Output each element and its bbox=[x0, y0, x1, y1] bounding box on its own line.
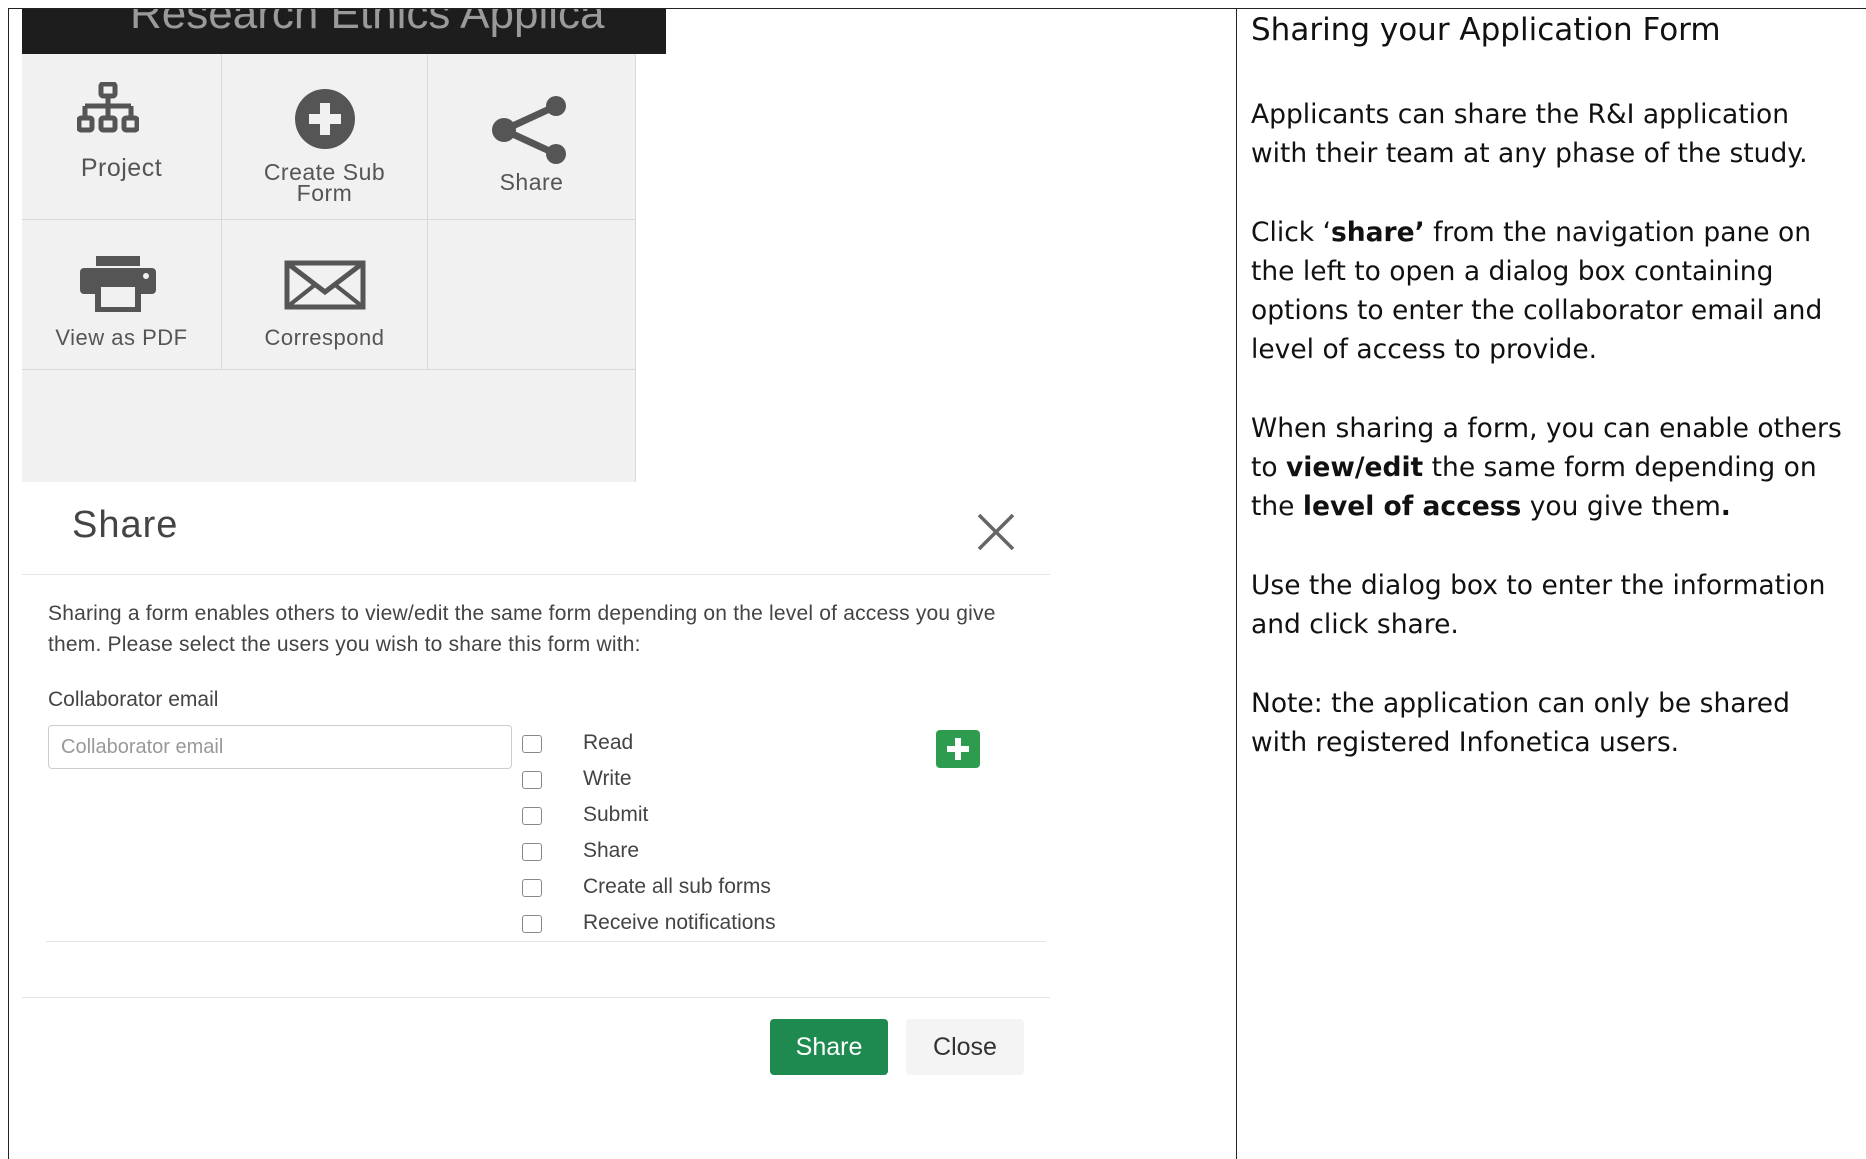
permission-label: Share bbox=[583, 839, 640, 862]
nav-tile-share[interactable]: Share bbox=[428, 54, 636, 220]
create-sub-forms-checkbox[interactable] bbox=[522, 879, 542, 897]
nav-tile-label: Project bbox=[80, 154, 163, 182]
app-title: Research Ethics Applica bbox=[130, 9, 605, 38]
text-bold: view/edit bbox=[1286, 452, 1424, 483]
share-checkbox[interactable] bbox=[522, 843, 542, 861]
close-icon[interactable] bbox=[976, 512, 1016, 552]
nav-pane-empty bbox=[22, 370, 636, 482]
nav-tile-view-as-pdf[interactable]: View as PDF bbox=[22, 220, 222, 370]
permission-label: Submit bbox=[583, 803, 649, 826]
org-chart-icon bbox=[77, 82, 139, 133]
nav-tile-label: Create Sub Form bbox=[263, 159, 386, 206]
read-checkbox[interactable] bbox=[522, 735, 542, 753]
nav-tile-label: Share bbox=[499, 169, 564, 195]
column-divider bbox=[1236, 8, 1237, 1159]
nav-tile-empty bbox=[428, 220, 636, 370]
envelope-icon bbox=[284, 260, 366, 310]
app-header: Research Ethics Applica bbox=[22, 9, 666, 54]
help-paragraph-3: When sharing a form, you can enable othe… bbox=[1251, 409, 1851, 526]
help-paragraph-1: Applicants can share the R&I application… bbox=[1251, 99, 1808, 169]
dialog-header-divider bbox=[22, 574, 1050, 575]
write-checkbox[interactable] bbox=[522, 771, 542, 789]
email-field-label: Collaborator email bbox=[48, 688, 219, 711]
text-bold: level of access bbox=[1302, 491, 1522, 522]
permissions-divider bbox=[46, 941, 1046, 942]
add-collaborator-button[interactable] bbox=[936, 730, 980, 768]
text-span: you give them bbox=[1521, 491, 1721, 522]
dialog-footer-divider bbox=[22, 997, 1050, 998]
help-paragraph-4: Use the dialog box to enter the informat… bbox=[1251, 570, 1826, 640]
share-icon bbox=[492, 96, 566, 164]
dialog-description: Sharing a form enables others to view/ed… bbox=[48, 602, 996, 656]
submit-checkbox[interactable] bbox=[522, 807, 542, 825]
nav-tile-project[interactable]: Project bbox=[22, 54, 222, 220]
receive-notifications-checkbox[interactable] bbox=[522, 915, 542, 933]
permission-label: Write bbox=[583, 767, 632, 790]
permission-label: Create all sub forms bbox=[583, 875, 771, 898]
email-field[interactable] bbox=[48, 725, 512, 769]
plus-circle-icon bbox=[295, 89, 355, 149]
text-bold: . bbox=[1720, 491, 1731, 522]
help-paragraph-5: Note: the application can only be shared… bbox=[1251, 688, 1790, 758]
nav-tile-label: View as PDF bbox=[55, 325, 188, 350]
text-span: Click ‘ bbox=[1251, 217, 1331, 248]
permission-label: Receive notifications bbox=[583, 911, 776, 934]
navigation-pane: Project Create Sub Form Share View as PD… bbox=[22, 54, 636, 482]
nav-tile-label: Correspond bbox=[264, 325, 385, 350]
permission-label: Read bbox=[583, 731, 634, 754]
close-button[interactable]: Close bbox=[906, 1019, 1024, 1075]
help-paragraph-2: Click ‘share’ from the navigation pane o… bbox=[1251, 213, 1851, 369]
dialog-title: Share bbox=[72, 504, 179, 546]
nav-tile-correspond[interactable]: Correspond bbox=[222, 220, 428, 370]
share-button[interactable]: Share bbox=[770, 1019, 888, 1075]
help-heading: Sharing your Application Form bbox=[1251, 12, 1721, 48]
printer-icon bbox=[80, 256, 156, 312]
nav-tile-create-sub-form[interactable]: Create Sub Form bbox=[222, 54, 428, 220]
share-dialog: Share Sharing a form enables others to v… bbox=[22, 482, 1062, 1096]
text-bold: share’ bbox=[1331, 217, 1425, 248]
